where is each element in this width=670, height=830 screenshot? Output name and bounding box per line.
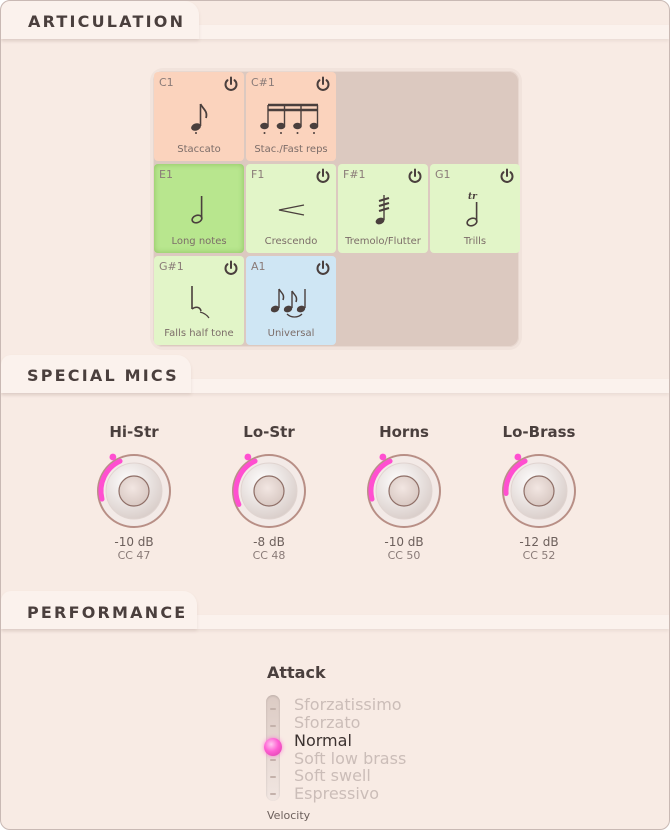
articulation-label: Universal (267, 328, 315, 339)
power-icon[interactable] (407, 168, 423, 184)
power-icon[interactable] (315, 76, 331, 92)
articulation-label: Tremolo/Flutter (345, 236, 421, 247)
slider-tick (270, 708, 276, 710)
eighth-note-icon (154, 94, 244, 140)
articulation-key: A1 (251, 260, 266, 273)
mic-knob-name: Lo-Str (243, 423, 295, 441)
mic-knob[interactable] (227, 449, 311, 533)
mic-knob-name: Horns (379, 423, 429, 441)
power-icon[interactable] (499, 168, 515, 184)
power-icon[interactable] (315, 168, 331, 184)
attack-slider-handle[interactable] (264, 738, 282, 756)
mic-knob[interactable] (362, 449, 446, 533)
articulation-label: Staccato (177, 144, 221, 155)
articulation-grid: C1 Staccato C#1 Stac./Fast reps E1 Long … (153, 71, 520, 347)
mic-knob-value: -8 dB (253, 535, 285, 549)
articulation-key: E1 (159, 168, 173, 181)
articulation-section-title: ARTICULATION (28, 12, 186, 31)
articulation-key: F1 (251, 168, 265, 181)
fall-icon (154, 278, 244, 324)
articulation-key: C1 (159, 76, 174, 89)
attack-option-espressivo[interactable]: Espressivo (294, 784, 379, 803)
svg-text:tr: tr (468, 192, 478, 202)
universal-notes-icon (246, 278, 336, 324)
mic-knob-cc: CC 47 (117, 549, 151, 562)
attack-option-normal[interactable]: Normal (294, 731, 352, 750)
trill-icon: tr (430, 186, 520, 232)
attack-option-sforzatissimo[interactable]: Sforzatissimo (294, 695, 402, 714)
slider-tick (270, 776, 276, 778)
special-mics-section-title: SPECIAL MICS (27, 366, 179, 385)
slider-tick (270, 725, 276, 727)
attack-slider[interactable] (264, 695, 282, 801)
mic-knob-value: -10 dB (114, 535, 154, 549)
articulation-cell-stac-fast-reps[interactable]: C#1 Stac./Fast reps (246, 72, 336, 161)
mic-knob[interactable] (92, 449, 176, 533)
mic-knob-cc: CC 50 (387, 549, 421, 562)
power-icon[interactable] (315, 260, 331, 276)
velocity-label: Velocity (267, 809, 311, 822)
mic-knob-block: Horns -10 dB CC 50 (344, 423, 464, 562)
half-note-icon (154, 186, 244, 232)
articulation-label: Long notes (171, 236, 227, 247)
articulation-key: F#1 (343, 168, 366, 181)
mic-knob-block: Lo-Brass -12 dB CC 52 (479, 423, 599, 562)
sixteenth-notes-icon (246, 94, 336, 140)
mic-knob-name: Hi-Str (109, 423, 159, 441)
mic-knob-value: -12 dB (519, 535, 559, 549)
articulation-cell-trills[interactable]: G1 tr Trills (430, 164, 520, 253)
articulation-cell-falls-half-tone[interactable]: G#1 Falls half tone (154, 256, 244, 345)
performance-section-title: PERFORMANCE (27, 603, 188, 622)
mic-knob-cc: CC 52 (522, 549, 556, 562)
articulation-cell-universal[interactable]: A1 Universal (246, 256, 336, 345)
kontakt-instrument-panel: ARTICULATION C1 Staccato C#1 Stac./Fast … (0, 0, 670, 830)
articulation-label: Falls half tone (164, 328, 234, 339)
crescendo-icon (246, 186, 336, 232)
articulation-cell-tremolo-flutter[interactable]: F#1 Tremolo/Flutter (338, 164, 428, 253)
mic-knob-block: Lo-Str -8 dB CC 48 (209, 423, 329, 562)
attack-option-sforzato[interactable]: Sforzato (294, 713, 360, 732)
articulation-cell-crescendo[interactable]: F1 Crescendo (246, 164, 336, 253)
power-icon[interactable] (223, 76, 239, 92)
articulation-key: G#1 (159, 260, 184, 273)
slider-tick (270, 793, 276, 795)
power-icon[interactable] (223, 260, 239, 276)
articulation-cell-staccato[interactable]: C1 Staccato (154, 72, 244, 161)
articulation-cell-long-notes[interactable]: E1 Long notes (154, 164, 244, 253)
tremolo-icon (338, 186, 428, 232)
mic-knob-name: Lo-Brass (502, 423, 576, 441)
mic-knob-block: Hi-Str -10 dB CC 47 (74, 423, 194, 562)
articulation-label: Trills (463, 236, 487, 247)
articulation-label: Crescendo (264, 236, 318, 247)
articulation-key: C#1 (251, 76, 275, 89)
articulation-label: Stac./Fast reps (254, 144, 328, 155)
attack-title: Attack (267, 663, 326, 682)
articulation-key: G1 (435, 168, 451, 181)
mic-knob[interactable] (497, 449, 581, 533)
mic-knob-value: -10 dB (384, 535, 424, 549)
mic-knob-cc: CC 48 (252, 549, 286, 562)
attack-option-soft-swell[interactable]: Soft swell (294, 766, 371, 785)
slider-tick (270, 759, 276, 761)
